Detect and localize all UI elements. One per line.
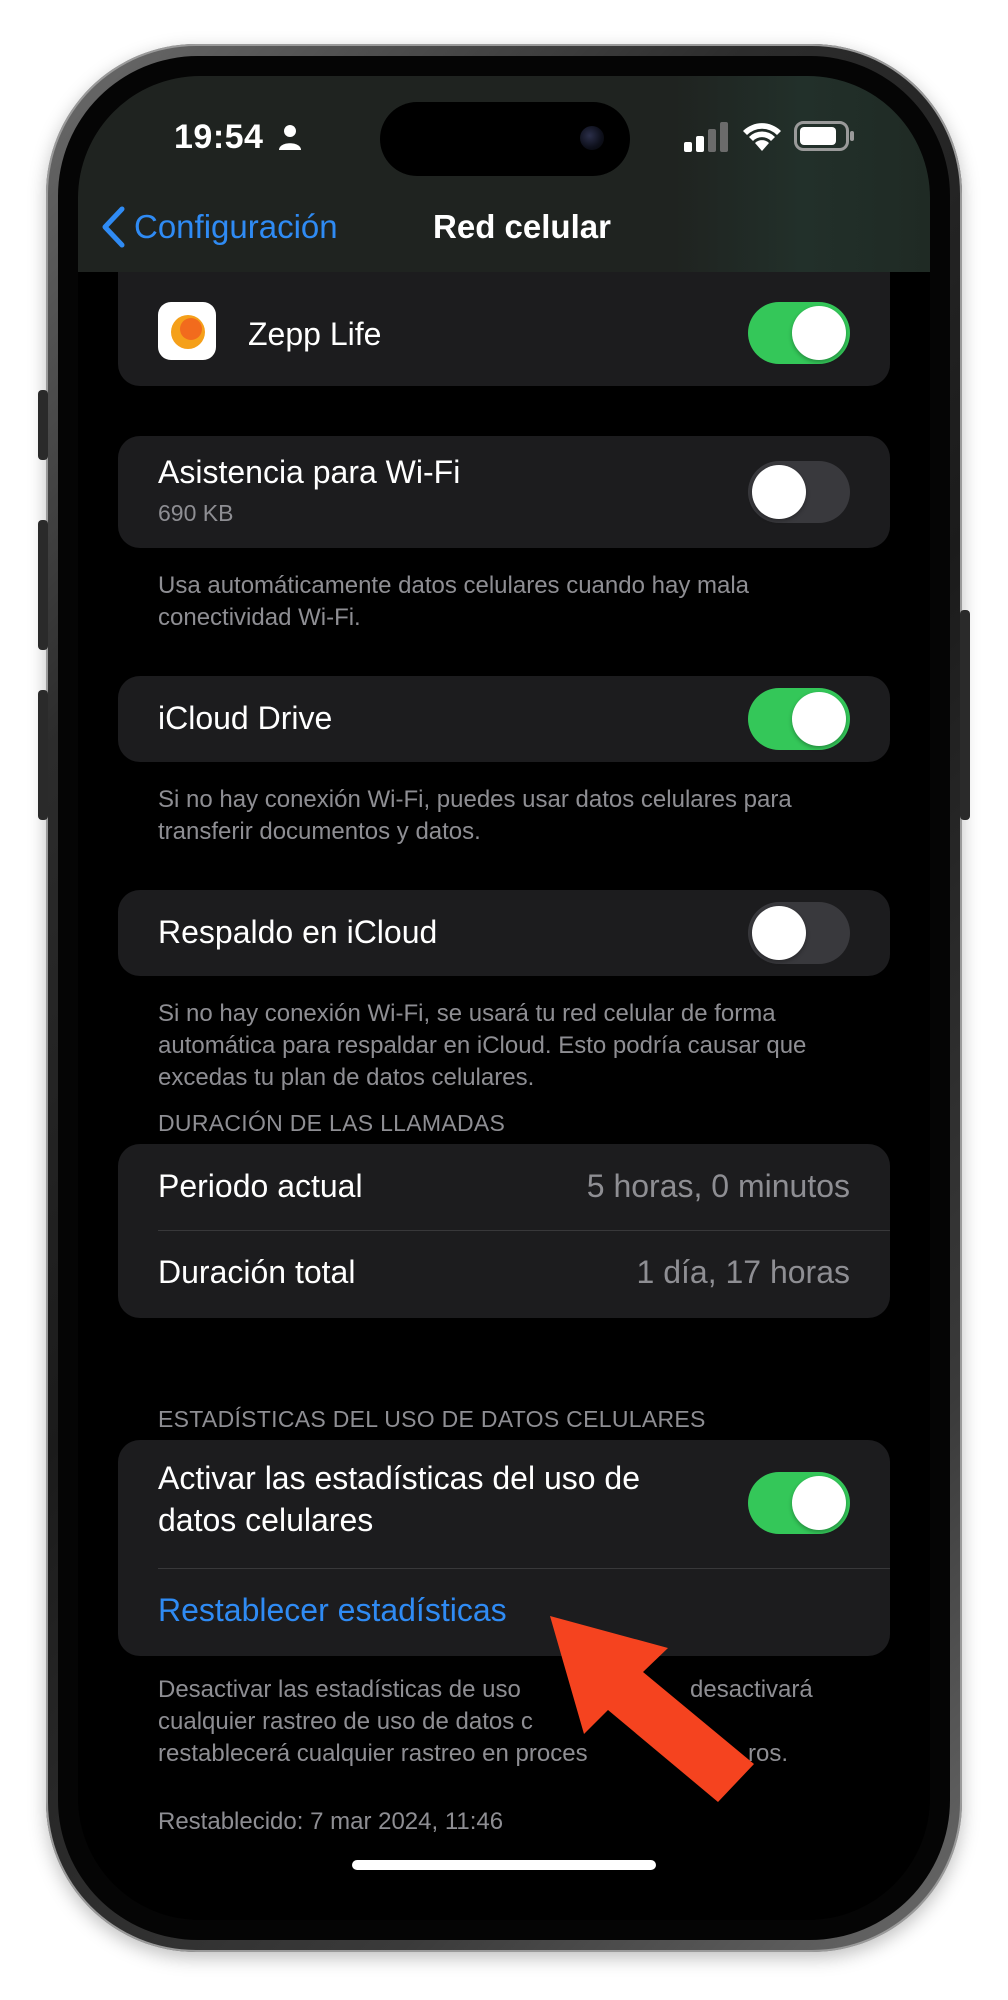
wifi-assist-toggle[interactable] <box>748 461 850 523</box>
icloud-backup-card: Respaldo en iCloud <box>118 890 890 976</box>
reset-stats-link[interactable]: Restablecer estadísticas <box>158 1592 507 1629</box>
app-name-zepp-life: Zepp Life <box>248 316 382 352</box>
call-duration-row-label: Periodo actual <box>158 1168 363 1204</box>
reset-date: Restablecido: 7 mar 2024, 11:46 <box>158 1808 504 1835</box>
icloud-drive-footnote: Si no hay conexión Wi-Fi, puedes usar da… <box>158 786 792 845</box>
icloud-backup-footnote: Si no hay conexión Wi-Fi, se usará tu re… <box>158 1000 807 1091</box>
call-duration-row-value: 5 horas, 0 minutos <box>586 1168 850 1204</box>
toggle-knob <box>792 306 846 360</box>
icloud-drive-title: iCloud Drive <box>158 700 333 736</box>
battery-icon <box>794 121 854 151</box>
stats-footnote-line3-end: ros. <box>748 1740 789 1767</box>
silent-switch <box>38 390 48 460</box>
zepp-life-toggle[interactable] <box>748 302 850 364</box>
phone-screen: 19:54 Configuración Red celular Zepp Lif… <box>78 76 930 1920</box>
wifi-assist-usage: 690 KB <box>158 500 234 526</box>
volume-down-button <box>38 690 48 820</box>
icloud-backup-toggle[interactable] <box>748 902 850 964</box>
icloud-drive-card: iCloud Drive <box>118 676 890 762</box>
call-duration-row-label: Duración total <box>158 1254 356 1290</box>
status-time: 19:54 <box>174 118 264 156</box>
call-duration-header: DURACIÓN DE LAS LLAMADAS <box>158 1110 506 1136</box>
cellular-signal-icon <box>684 122 728 152</box>
row-divider <box>158 1568 890 1569</box>
call-duration-row-value: 1 día, 17 horas <box>636 1254 850 1290</box>
person-icon <box>279 125 301 150</box>
data-stats-card: Activar las estadísticas del uso de dato… <box>118 1440 890 1656</box>
data-stats-header: ESTADÍSTICAS DEL USO DE DATOS CELULARES <box>158 1406 706 1432</box>
wifi-assist-footnote: Usa automáticamente datos celulares cuan… <box>158 572 749 631</box>
screenshot-page: 19:54 Configuración Red celular Zepp Lif… <box>0 0 1008 2000</box>
dynamic-island <box>380 102 630 176</box>
toggle-knob <box>792 692 846 746</box>
data-stats-toggle-title-line2: datos celulares <box>158 1502 374 1538</box>
power-button <box>960 610 970 820</box>
wifi-icon <box>743 123 781 151</box>
icloud-drive-toggle[interactable] <box>748 688 850 750</box>
annotation-arrow-icon <box>550 1616 754 1802</box>
data-stats-toggle-title-line1: Activar las estadísticas del uso de <box>158 1460 641 1496</box>
toggle-knob <box>752 906 806 960</box>
front-camera <box>580 126 604 150</box>
row-divider <box>158 1230 890 1231</box>
wifi-assist-title: Asistencia para Wi-Fi <box>158 454 461 490</box>
wifi-assist-card: Asistencia para Wi-Fi 690 KB <box>118 436 890 548</box>
icloud-backup-title: Respaldo en iCloud <box>158 914 438 950</box>
home-indicator[interactable] <box>352 1860 656 1870</box>
toggle-knob <box>752 465 806 519</box>
toggle-knob <box>792 1476 846 1530</box>
zepp-life-icon <box>158 302 216 360</box>
volume-up-button <box>38 520 48 650</box>
call-duration-card: Periodo actual 5 horas, 0 minutos Duraci… <box>118 1144 890 1318</box>
top-bar: 19:54 Configuración Red celular <box>78 76 930 272</box>
data-stats-toggle[interactable] <box>748 1472 850 1534</box>
page-title: Red celular <box>433 208 611 245</box>
